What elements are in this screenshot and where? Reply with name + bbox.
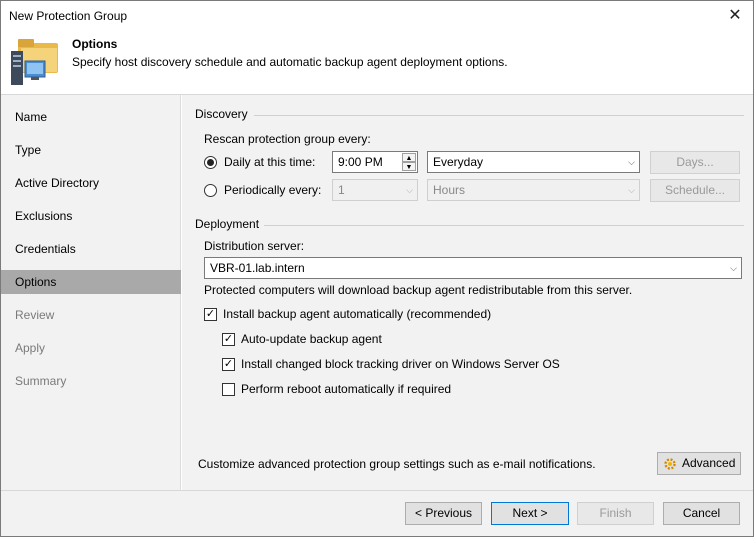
periodic-value-select: 1 ⌵ <box>332 179 418 201</box>
daily-frequency-select[interactable]: Everyday ⌵ <box>427 151 640 173</box>
next-button[interactable]: Next > <box>491 502 569 525</box>
periodic-label: Periodically every: <box>224 183 322 197</box>
sidebar-item-type[interactable]: Type <box>1 138 181 162</box>
schedule-button: Schedule... <box>650 179 740 202</box>
days-button: Days... <box>650 151 740 174</box>
time-spinner[interactable]: ▲ ▼ <box>402 153 416 171</box>
sidebar-item-exclusions[interactable]: Exclusions <box>1 204 181 228</box>
daily-radio[interactable] <box>204 156 217 169</box>
rescan-label: Rescan protection group every: <box>204 132 371 146</box>
wizard-footer: < Previous Next > Finish Cancel <box>1 490 753 536</box>
periodic-radio[interactable] <box>204 184 217 197</box>
title-bar: New Protection Group ✕ <box>1 1 753 31</box>
sidebar-item-credentials[interactable]: Credentials <box>1 237 181 261</box>
discovery-section-label: Discovery <box>195 107 248 121</box>
sidebar-item-active-directory[interactable]: Active Directory <box>1 171 181 195</box>
cbt-driver-label: Install changed block tracking driver on… <box>241 357 560 371</box>
auto-update-label: Auto-update backup agent <box>241 332 382 346</box>
close-icon[interactable]: ✕ <box>723 4 747 28</box>
sidebar-item-summary: Summary <box>15 374 67 388</box>
advanced-description: Customize advanced protection group sett… <box>198 457 596 471</box>
auto-reboot-checkbox[interactable] <box>222 383 235 396</box>
cbt-driver-checkbox[interactable]: ✓ <box>222 358 235 371</box>
protection-group-wizard-icon <box>11 39 58 85</box>
install-agent-label: Install backup agent automatically (reco… <box>223 307 492 321</box>
chevron-down-icon: ⌵ <box>406 185 413 195</box>
wizard-header: Options Specify host discovery schedule … <box>1 31 753 94</box>
cancel-button[interactable]: Cancel <box>663 502 740 525</box>
sidebar-item-name[interactable]: Name <box>1 105 181 129</box>
sidebar-item-review: Review <box>15 308 55 322</box>
daily-time-input[interactable]: 9:00 PM ▲ ▼ <box>332 151 418 173</box>
distribution-server-select[interactable]: VBR-01.lab.intern ⌵ <box>204 257 742 279</box>
distribution-note: Protected computers will download backup… <box>204 283 633 297</box>
chevron-down-icon: ⌵ <box>628 157 635 167</box>
gear-icon <box>664 458 676 470</box>
chevron-down-icon: ⌵ <box>730 263 737 273</box>
discovery-divider <box>254 115 744 116</box>
page-description: Specify host discovery schedule and auto… <box>72 55 508 69</box>
chevron-down-icon: ⌵ <box>628 185 635 195</box>
wizard-steps-sidebar: Name Type Active Directory Exclusions Cr… <box>1 95 181 490</box>
advanced-button[interactable]: Advanced <box>657 452 741 475</box>
auto-update-checkbox[interactable]: ✓ <box>222 333 235 346</box>
deployment-divider <box>264 225 744 226</box>
sidebar-item-apply: Apply <box>15 341 46 355</box>
install-agent-checkbox[interactable]: ✓ <box>204 308 217 321</box>
auto-reboot-label: Perform reboot automatically if required <box>241 382 452 396</box>
periodic-unit-select: Hours ⌵ <box>427 179 640 201</box>
wizard-window: New Protection Group ✕ Options Specify h… <box>0 0 754 537</box>
daily-label: Daily at this time: <box>224 155 316 169</box>
finish-button: Finish <box>577 502 654 525</box>
window-title: New Protection Group <box>9 9 128 23</box>
options-content: Discovery Rescan protection group every:… <box>182 95 753 490</box>
distribution-server-label: Distribution server: <box>204 239 305 253</box>
sidebar-item-options[interactable]: Options <box>1 270 181 294</box>
deployment-section-label: Deployment <box>195 217 260 231</box>
previous-button[interactable]: < Previous <box>405 502 482 525</box>
page-title: Options <box>72 37 118 51</box>
